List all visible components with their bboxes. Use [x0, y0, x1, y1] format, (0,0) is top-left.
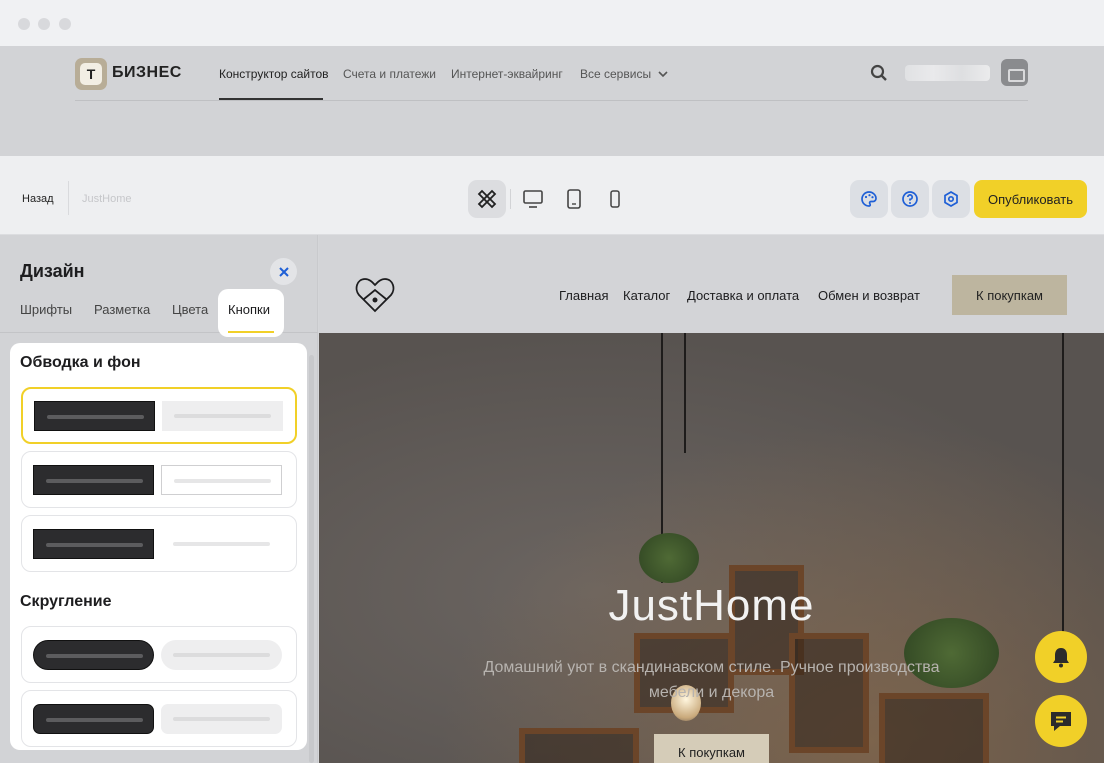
site-preview: Главная Каталог Доставка и оплата Обмен … [319, 235, 1104, 763]
rounding-option-rounded[interactable] [21, 690, 297, 747]
swatch-secondary [161, 704, 282, 734]
section-title-rounding: Скругление [20, 593, 112, 610]
chevron-down-icon [658, 71, 668, 78]
chat-button[interactable] [1035, 695, 1087, 747]
bell-icon [1053, 648, 1069, 668]
nav-acquiring[interactable]: Интернет-эквайринг [451, 67, 563, 81]
preview-nav-home[interactable]: Главная [559, 288, 608, 303]
hero-subtitle: Домашний уют в скандинавском стиле. Ручн… [483, 659, 940, 701]
close-panel-button[interactable] [270, 258, 297, 285]
heart-home-logo-icon[interactable] [354, 274, 396, 314]
close-icon [278, 266, 289, 277]
desktop-view-button[interactable] [514, 180, 552, 218]
swatch-primary [33, 529, 154, 559]
hero-title: JustHome [608, 581, 815, 630]
swatch-secondary [161, 640, 282, 670]
preview-nav-delivery[interactable]: Доставка и оплата [687, 288, 799, 303]
nav-site-builder[interactable]: Конструктор сайтов [219, 67, 329, 81]
tablet-view-button[interactable] [555, 180, 593, 218]
outline-option-3[interactable] [21, 515, 297, 572]
nav-all-services-label: Все сервисы [580, 67, 652, 81]
decor-plant [639, 533, 699, 583]
design-tools-icon [477, 189, 497, 209]
business-header: Т БИЗНЕС Конструктор сайтов Счета и плат… [0, 46, 1104, 156]
nav-all-services[interactable]: Все сервисы [580, 67, 668, 81]
desktop-icon [523, 190, 543, 208]
tab-buttons[interactable]: Кнопки [218, 289, 284, 337]
editor-toolbar: Назад JustHome Опубликовать [0, 156, 1104, 235]
help-button[interactable] [891, 180, 929, 218]
panel-title: Дизайн [20, 261, 85, 281]
outline-option-1[interactable] [21, 387, 297, 444]
window-close-dot[interactable] [18, 18, 30, 30]
settings-icon [944, 191, 958, 207]
window-chrome [0, 0, 1104, 46]
search-icon[interactable] [870, 64, 888, 82]
swatch-secondary [161, 465, 282, 495]
preview-header: Главная Каталог Доставка и оплата Обмен … [319, 235, 1104, 333]
toolbar-divider [68, 181, 69, 215]
back-button[interactable]: Назад [22, 193, 54, 205]
settings-button[interactable] [932, 180, 970, 218]
swatch-secondary [161, 529, 282, 559]
help-icon [902, 191, 918, 207]
swatch-secondary [162, 401, 283, 431]
chat-icon [1051, 712, 1071, 731]
notifications-button[interactable] [1035, 631, 1087, 683]
swatch-primary [33, 465, 154, 495]
active-tab-indicator [228, 331, 274, 333]
hero-shop-button[interactable]: К покупкам [654, 734, 769, 763]
swatch-primary [33, 640, 154, 670]
device-divider [510, 189, 511, 209]
swatch-primary [33, 704, 154, 734]
rounding-option-pill[interactable] [21, 626, 297, 683]
site-name: JustHome [82, 193, 132, 205]
tab-buttons-label: Кнопки [228, 302, 270, 317]
design-panel: Дизайн Шрифты Разметка Цвета Кнопки Обво… [0, 235, 318, 763]
panel-scrollbar[interactable] [309, 355, 314, 763]
design-tools-button[interactable] [468, 180, 506, 218]
preview-nav-catalog[interactable]: Каталог [623, 288, 670, 303]
brand-logo[interactable]: Т [75, 58, 107, 90]
hero-image: JustHome Домашний уют в скандинавском ст… [319, 333, 1104, 763]
active-nav-underline [219, 98, 323, 100]
palette-icon [861, 191, 877, 207]
preview-shop-button[interactable]: К покупкам [952, 275, 1067, 315]
logo-letter: Т [80, 63, 102, 85]
lamp-cord [684, 333, 686, 453]
decor-shelf [519, 728, 639, 763]
preview-nav-returns[interactable]: Обмен и возврат [818, 288, 920, 303]
tablet-icon [567, 189, 581, 209]
palette-button[interactable] [850, 180, 888, 218]
section-title-outline: Обводка и фон [20, 354, 141, 371]
brand-name: БИЗНЕС [112, 64, 182, 81]
header-divider [75, 100, 1028, 101]
mobile-icon [610, 190, 620, 208]
tab-fonts[interactable]: Шрифты [20, 302, 72, 317]
window-maximize-dot[interactable] [59, 18, 71, 30]
outline-option-2[interactable] [21, 451, 297, 508]
avatar[interactable] [1001, 59, 1028, 86]
tab-layout[interactable]: Разметка [94, 302, 150, 317]
swatch-primary [34, 401, 155, 431]
mobile-view-button[interactable] [596, 180, 634, 218]
button-styles-card: Обводка и фон Скругление [10, 343, 307, 750]
tab-colors[interactable]: Цвета [172, 302, 208, 317]
window-minimize-dot[interactable] [38, 18, 50, 30]
publish-button[interactable]: Опубликовать [974, 180, 1087, 218]
nav-payments[interactable]: Счета и платежи [343, 67, 436, 81]
user-name-blurred [905, 65, 990, 81]
